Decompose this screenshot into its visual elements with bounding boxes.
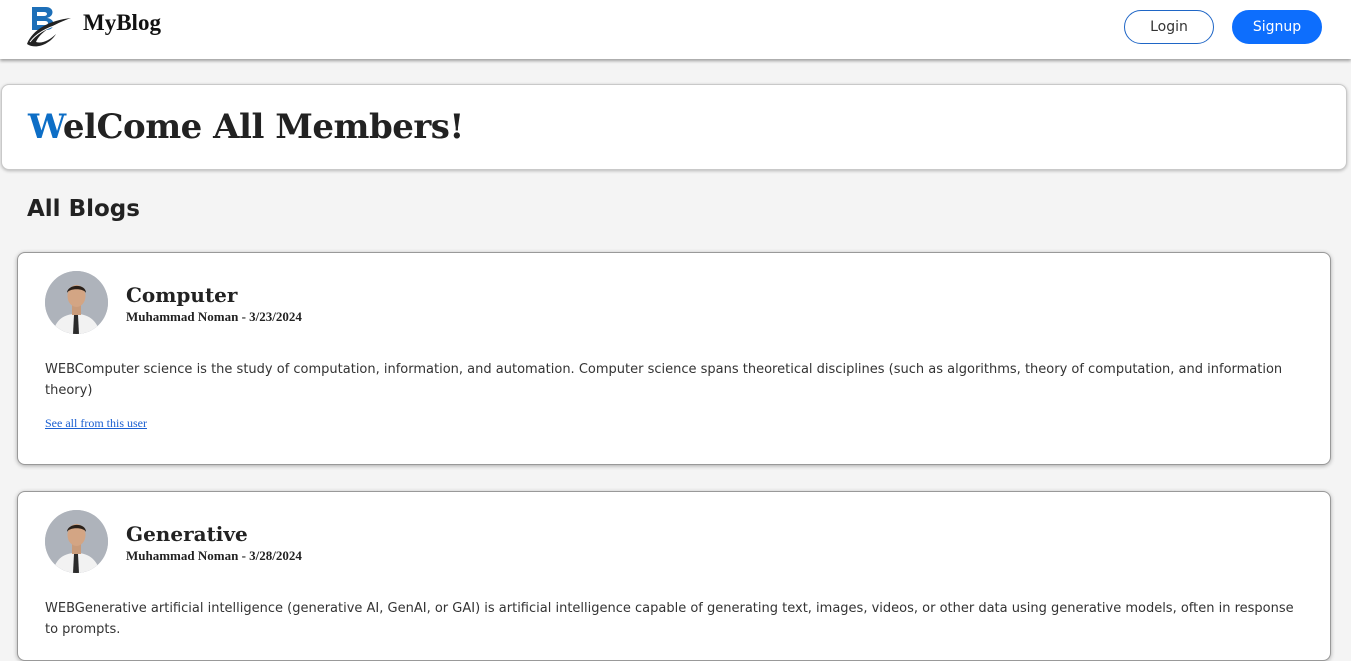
blog-card: Computer Muhammad Noman - 3/23/2024 WEBC… (17, 252, 1331, 465)
all-blogs-heading: All Blogs (27, 196, 140, 222)
author-avatar (45, 510, 108, 573)
welcome-accent-letter: W (28, 107, 63, 147)
welcome-banner: WelCome All Members! (1, 84, 1347, 170)
post-title: Generative (126, 522, 248, 546)
see-all-from-user-link[interactable]: See all from this user (45, 416, 147, 431)
welcome-title-text: elCome All Members! (62, 107, 464, 147)
post-excerpt: WEBComputer science is the study of comp… (45, 362, 1283, 398)
blog-logo-icon[interactable] (24, 4, 74, 50)
login-button[interactable]: Login (1124, 10, 1214, 44)
post-excerpt: WEBGenerative artificial intelligence (g… (45, 601, 1294, 637)
post-title: Computer (126, 283, 238, 307)
welcome-title: WelCome All Members! (28, 107, 464, 147)
blog-card: Generative Muhammad Noman - 3/28/2024 WE… (17, 491, 1331, 661)
post-meta: Muhammad Noman - 3/28/2024 (126, 548, 302, 563)
post-meta: Muhammad Noman - 3/23/2024 (126, 309, 302, 324)
brand-name[interactable]: MyBlog (83, 10, 161, 36)
navbar: MyBlog Login Signup (0, 0, 1351, 59)
author-avatar (45, 271, 108, 334)
signup-button[interactable]: Signup (1232, 10, 1322, 44)
